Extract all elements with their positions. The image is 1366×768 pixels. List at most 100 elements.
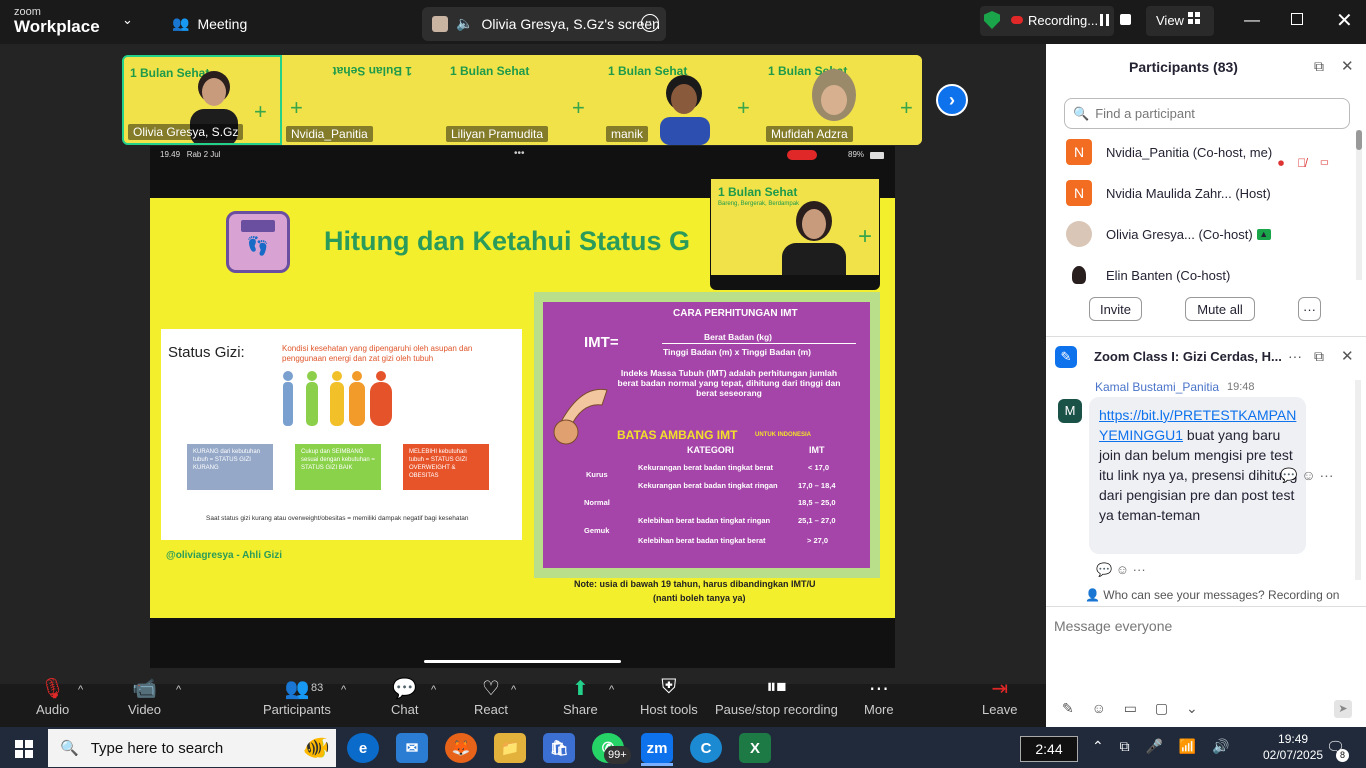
group-normal: Normal: [584, 498, 610, 507]
participant-name: Liliyan Pramudita: [446, 126, 549, 142]
pause-icon[interactable]: [1100, 14, 1112, 26]
video-button[interactable]: 📹 Video: [128, 676, 161, 717]
more-icon[interactable]: ···: [641, 14, 659, 32]
canva-icon[interactable]: C: [690, 733, 722, 763]
store-icon[interactable]: 🛍: [543, 733, 575, 763]
close-icon[interactable]: ✕: [1336, 8, 1353, 33]
participant-search[interactable]: 🔍 Find a participant: [1064, 98, 1350, 129]
chevron-down-icon[interactable]: ⌄: [122, 12, 133, 28]
participant-name: Nvidia_Panitia: [286, 126, 373, 142]
stop-icon[interactable]: [1120, 14, 1131, 25]
reply-icon[interactable]: 💬 ☺ ···: [1280, 467, 1334, 484]
cara-title: CARA PERHITUNGAN IMT: [673, 308, 798, 319]
chevron-up-icon[interactable]: ^: [431, 684, 436, 696]
chat-input[interactable]: Message everyone: [1054, 618, 1172, 634]
host-tools-button[interactable]: ⛨ Host tools: [640, 676, 698, 717]
visibility-note[interactable]: 👤 Who can see your messages? Recording o…: [1085, 588, 1339, 602]
tool-label: Audio: [36, 702, 70, 717]
battery-label: 89%: [848, 150, 865, 159]
system-clock[interactable]: 19:49 02/07/2025: [1263, 731, 1323, 763]
box-lebih: MELEBIHI kebutuhan tubuh = STATUS GIZI O…: [403, 444, 489, 490]
fraction-line: [662, 343, 856, 344]
chevron-up-icon[interactable]: ^: [341, 684, 346, 696]
audio-button[interactable]: 🎙 Audio: [36, 676, 69, 717]
chevron-up-icon[interactable]: ^: [609, 684, 614, 696]
video-thumbnail[interactable]: 1 Bulan Sehat + manik: [602, 55, 762, 145]
participant-row[interactable]: Olivia Gresya... (Co-host) ▲: [1066, 216, 1356, 252]
video-thumbnail[interactable]: 1 Bulan Sehat + Olivia Gresya, S.Gz: [122, 55, 282, 145]
divider: [1046, 336, 1366, 337]
react-button[interactable]: ♡ React: [474, 676, 508, 717]
excel-icon[interactable]: X: [739, 733, 771, 763]
share-button[interactable]: ⬆ Share: [563, 676, 598, 717]
zoom-icon[interactable]: zm: [641, 733, 673, 763]
avatar: [432, 15, 448, 32]
svg-text:+: +: [572, 95, 585, 120]
svg-text:+: +: [290, 95, 303, 120]
batas-subtitle: UNTUK INDONESIA: [755, 432, 812, 438]
leave-button[interactable]: ⇥ Leave: [982, 676, 1017, 717]
chat-message: https://bit.ly/PRETESTKAMPANYEMINGGU1 bu…: [1099, 405, 1299, 525]
clock-widget[interactable]: 2:44: [1020, 736, 1078, 762]
divider: [1046, 606, 1366, 607]
taskbar-search[interactable]: 🔍 Type here to search 🐠: [48, 729, 336, 767]
meeting-menu[interactable]: 👥 Meeting: [172, 15, 247, 32]
edge-icon[interactable]: e: [347, 733, 379, 763]
chevron-up-icon[interactable]: ^: [511, 684, 516, 696]
chevron-up-icon[interactable]: ^: [176, 684, 181, 696]
chat-close-icon[interactable]: ✕: [1341, 347, 1354, 365]
pause-stop-recording-button[interactable]: ⏸⏹ Pause/stop recording: [715, 676, 838, 717]
popout-icon[interactable]: ⧉: [1314, 58, 1324, 75]
chat-button[interactable]: 💬 Chat: [391, 676, 418, 717]
shield-icon: ⛨: [661, 676, 677, 698]
minimize-icon[interactable]: —: [1244, 12, 1260, 30]
chevron-right-icon: ›: [949, 90, 955, 110]
mail-icon[interactable]: ✉: [396, 733, 428, 763]
reaction-icons[interactable]: 💬 ☺ ···: [1096, 562, 1146, 578]
file-explorer-icon[interactable]: 📁: [494, 733, 526, 763]
chevron-up-icon[interactable]: ^: [78, 684, 83, 696]
status-icons: ⏺ 🎙̸ ▭: [1278, 143, 1329, 184]
notification-badge: 99+: [604, 746, 631, 764]
chat-icon: 💬: [392, 678, 418, 700]
chat-sender: Kamal Bustami_Panitia: [1095, 380, 1220, 394]
invite-button[interactable]: Invite: [1089, 297, 1142, 321]
leave-icon: ⇥: [991, 678, 1009, 700]
clock-time: 19:49: [1278, 732, 1309, 746]
firefox-icon[interactable]: 🦊: [445, 733, 477, 763]
maximize-icon[interactable]: [1291, 13, 1303, 25]
chat-popout-icon[interactable]: ⧉: [1314, 348, 1324, 365]
home-indicator: [424, 660, 621, 663]
imt-numerator: Berat Badan (kg): [704, 332, 773, 342]
close-panel-icon[interactable]: ✕: [1341, 57, 1354, 75]
more-button[interactable]: ···: [1298, 297, 1321, 321]
scrollbar[interactable]: [1356, 130, 1362, 280]
scale-icon: 👣: [226, 211, 290, 273]
video-thumbnail[interactable]: 1 Bulan Sehat + Nvidia_Panitia: [282, 55, 442, 145]
svg-text:+: +: [900, 95, 913, 120]
presenter-handle: @oliviagresya - Ahli Gizi: [166, 550, 283, 561]
mute-all-button[interactable]: Mute all: [1185, 297, 1255, 321]
chat-more-icon[interactable]: ···: [1288, 348, 1302, 364]
table-cell: Kelebihan berat badan tingkat ringan: [638, 516, 771, 525]
imt-description: Indeks Massa Tubuh (IMT) adalah perhitun…: [617, 368, 841, 398]
chat-scrollbar[interactable]: [1355, 380, 1361, 580]
participant-name: Nvidia_Panitia (Co-host, me): [1106, 144, 1273, 160]
send-icon[interactable]: ➤: [1334, 700, 1352, 718]
banner-text: 1 Bulan Sehat: [718, 185, 798, 199]
more-button[interactable]: ⋯ More: [864, 676, 894, 717]
col-imt: IMT: [809, 445, 825, 455]
search-icon: 🔍: [1073, 105, 1090, 121]
grid-icon: [1188, 12, 1200, 24]
chat-format-icons[interactable]: ✎ ☺ ▭ ▢ ⌄: [1062, 700, 1198, 717]
participant-name: Nvidia Maulida Zahr... (Host): [1106, 185, 1271, 201]
video-thumbnail[interactable]: 1 Bulan Sehat + Mufidah Adzra: [762, 55, 922, 145]
windows-start-icon[interactable]: [15, 740, 33, 758]
tape-measure-icon: [553, 388, 608, 445]
participant-name: Olivia Gresya... (Co-host): [1106, 226, 1253, 242]
video-thumbnail[interactable]: 1 Bulan Sehat + Liliyan Pramudita: [442, 55, 602, 145]
next-page-button[interactable]: ›: [936, 84, 968, 116]
heart-icon: ♡: [482, 678, 500, 700]
participant-row[interactable]: Elin Banten (Co-host): [1066, 257, 1356, 293]
tray-icons[interactable]: ⌃ ⧉ 🎤 📶 🔊: [1092, 738, 1230, 755]
